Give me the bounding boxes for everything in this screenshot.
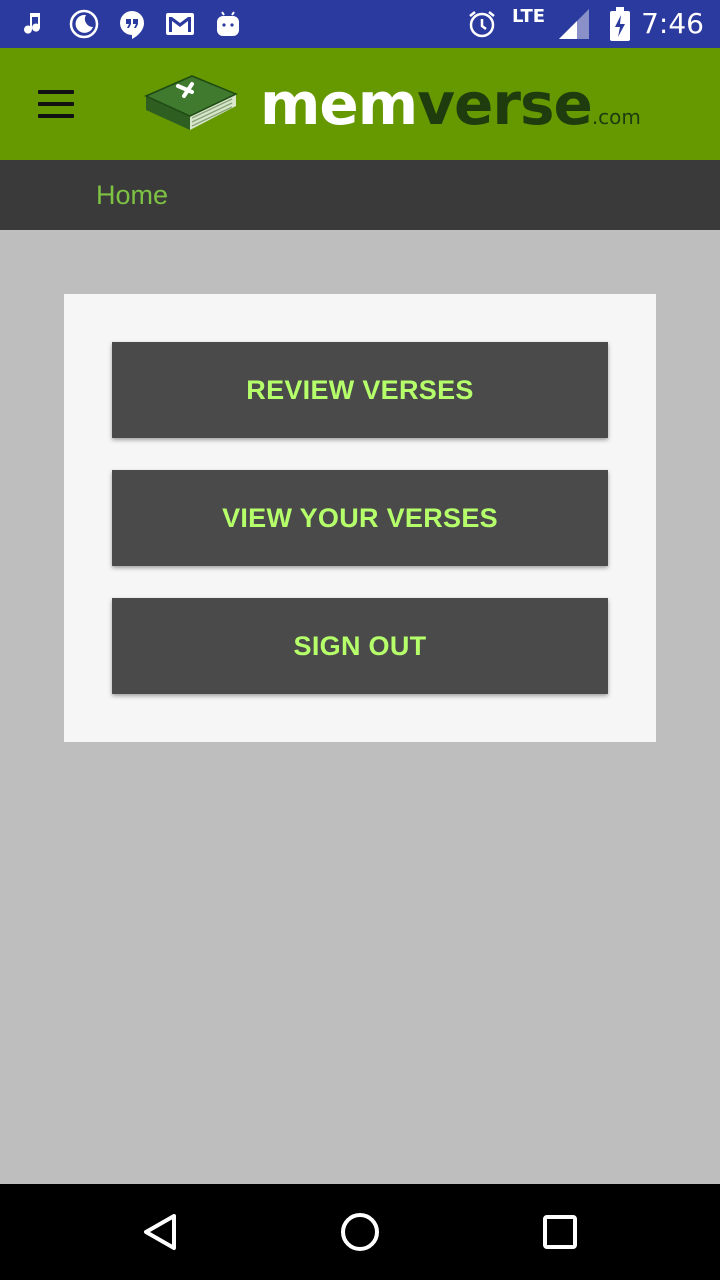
home-icon[interactable]	[336, 1208, 384, 1256]
logo-text-mem: mem	[260, 70, 418, 138]
book-cross-icon	[144, 75, 238, 130]
hamburger-menu-icon[interactable]	[32, 84, 80, 124]
back-icon[interactable]	[136, 1208, 184, 1256]
hangouts-icon	[116, 8, 148, 40]
main-card: REVIEW VERSES VIEW YOUR VERSES SIGN OUT	[64, 294, 656, 742]
signal-icon	[556, 6, 590, 40]
alarm-icon	[466, 8, 498, 40]
view-your-verses-button[interactable]: VIEW YOUR VERSES	[112, 470, 608, 566]
battery-charging-icon	[604, 7, 636, 41]
sign-out-button[interactable]: SIGN OUT	[112, 598, 608, 694]
clock-time: 7:46	[641, 7, 704, 40]
logo-text-com: .com	[591, 105, 641, 129]
breadcrumb-home-link[interactable]: Home	[96, 180, 168, 211]
logo-text: memverse.com	[260, 68, 641, 153]
status-bar: LTE 7:46	[0, 0, 720, 48]
review-verses-button[interactable]: REVIEW VERSES	[112, 342, 608, 438]
gmail-icon	[164, 8, 196, 40]
moon-icon	[68, 8, 100, 40]
app-header: memverse.com	[0, 48, 720, 160]
android-icon	[212, 8, 244, 40]
breadcrumb: Home	[0, 160, 720, 230]
music-note-icon	[20, 8, 52, 40]
recents-icon[interactable]	[536, 1208, 584, 1256]
network-type: LTE	[512, 6, 546, 27]
navigation-bar	[0, 1184, 720, 1280]
memverse-logo[interactable]: memverse.com	[140, 62, 660, 146]
logo-text-verse: verse	[417, 70, 593, 138]
